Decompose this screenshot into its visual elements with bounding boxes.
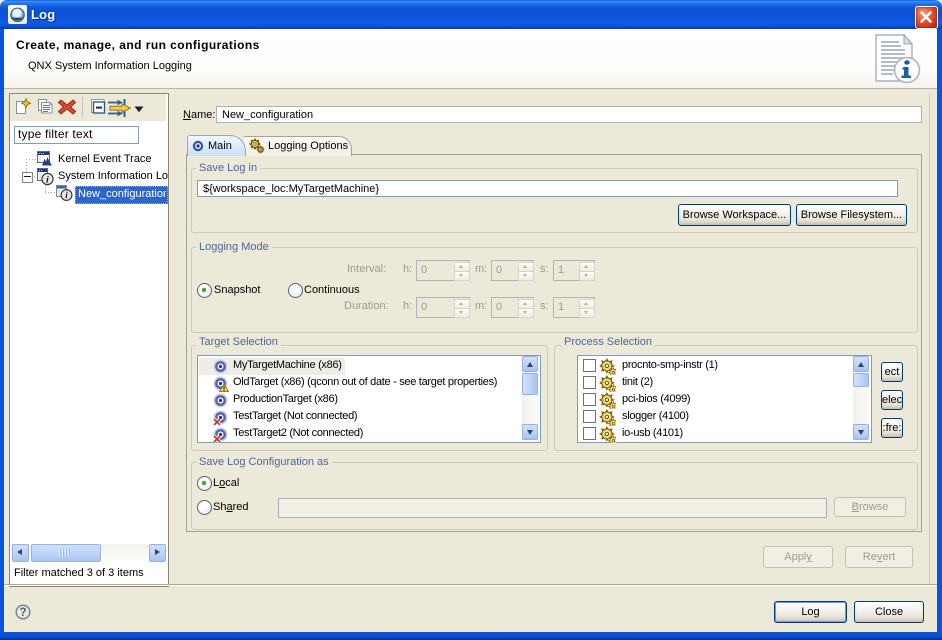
svg-text:?: ? [19,607,26,619]
svg-text:i: i [46,175,49,185]
